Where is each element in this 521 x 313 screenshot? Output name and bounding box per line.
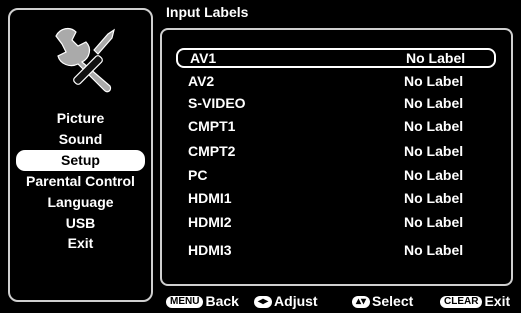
adjust-label: Adjust	[274, 293, 318, 309]
input-label-value: No Label	[406, 50, 466, 66]
input-name: CMPT2	[188, 143, 236, 159]
input-row-av2[interactable]: AV2 No Label	[176, 71, 496, 91]
back-hint[interactable]: MENU Back	[166, 292, 239, 310]
input-name: HDMI2	[188, 214, 232, 230]
input-row-av1[interactable]: AV1 No Label	[176, 48, 496, 68]
tools-icon	[55, 27, 115, 93]
menu-item-exit[interactable]: Exit	[10, 233, 151, 253]
menu-item-language[interactable]: Language	[10, 192, 151, 213]
select-hint[interactable]: ▴▾ Select	[352, 292, 413, 310]
sidebar: Picture Sound Setup Parental Control Lan…	[8, 8, 153, 302]
up-down-arrows-icon: ▴▾	[352, 296, 371, 309]
main-menu: Picture Sound Setup Parental Control Lan…	[10, 108, 151, 253]
input-row-cmpt1[interactable]: CMPT1 No Label	[176, 116, 496, 136]
clear-key-icon: CLEAR	[440, 296, 483, 309]
input-name: PC	[188, 167, 208, 183]
input-label-value: No Label	[404, 214, 464, 230]
input-label-value: No Label	[404, 143, 464, 159]
menu-item-parental-control[interactable]: Parental Control	[10, 171, 151, 192]
menu-item-sound[interactable]: Sound	[10, 129, 151, 150]
select-label: Select	[372, 293, 414, 309]
exit-hint[interactable]: CLEAR Exit	[440, 292, 510, 310]
input-row-pc[interactable]: PC No Label	[176, 165, 496, 185]
key-hint-bar: MENU Back ◂▸ Adjust ▴▾ Select CLEAR Exit	[166, 292, 521, 310]
input-name: HDMI3	[188, 242, 232, 258]
input-labels-panel: AV1 No Label AV2 No Label S-VIDEO No Lab…	[160, 28, 513, 286]
menu-key-icon: MENU	[166, 296, 204, 309]
left-right-arrows-icon: ◂▸	[254, 296, 273, 309]
adjust-hint[interactable]: ◂▸ Adjust	[254, 292, 318, 310]
panel-title: Input Labels	[166, 4, 249, 20]
back-label: Back	[205, 293, 239, 309]
input-row-hdmi2[interactable]: HDMI2 No Label	[176, 212, 496, 232]
input-row-hdmi3[interactable]: HDMI3 No Label	[176, 240, 496, 260]
input-label-value: No Label	[404, 118, 464, 134]
menu-item-usb[interactable]: USB	[10, 213, 151, 233]
input-name: CMPT1	[188, 118, 236, 134]
input-row-hdmi1[interactable]: HDMI1 No Label	[176, 188, 496, 208]
input-label-value: No Label	[404, 190, 464, 206]
input-name: S-VIDEO	[188, 95, 246, 111]
input-label-value: No Label	[404, 73, 464, 89]
exit-label: Exit	[484, 293, 511, 309]
input-name: AV2	[188, 73, 215, 89]
input-label-value: No Label	[404, 167, 464, 183]
input-row-cmpt2[interactable]: CMPT2 No Label	[176, 141, 496, 161]
input-name: AV1	[190, 50, 217, 66]
menu-item-setup[interactable]: Setup	[16, 150, 145, 171]
menu-item-picture[interactable]: Picture	[10, 108, 151, 129]
input-row-s-video[interactable]: S-VIDEO No Label	[176, 93, 496, 113]
input-label-value: No Label	[404, 242, 464, 258]
input-name: HDMI1	[188, 190, 232, 206]
input-label-value: No Label	[404, 95, 464, 111]
